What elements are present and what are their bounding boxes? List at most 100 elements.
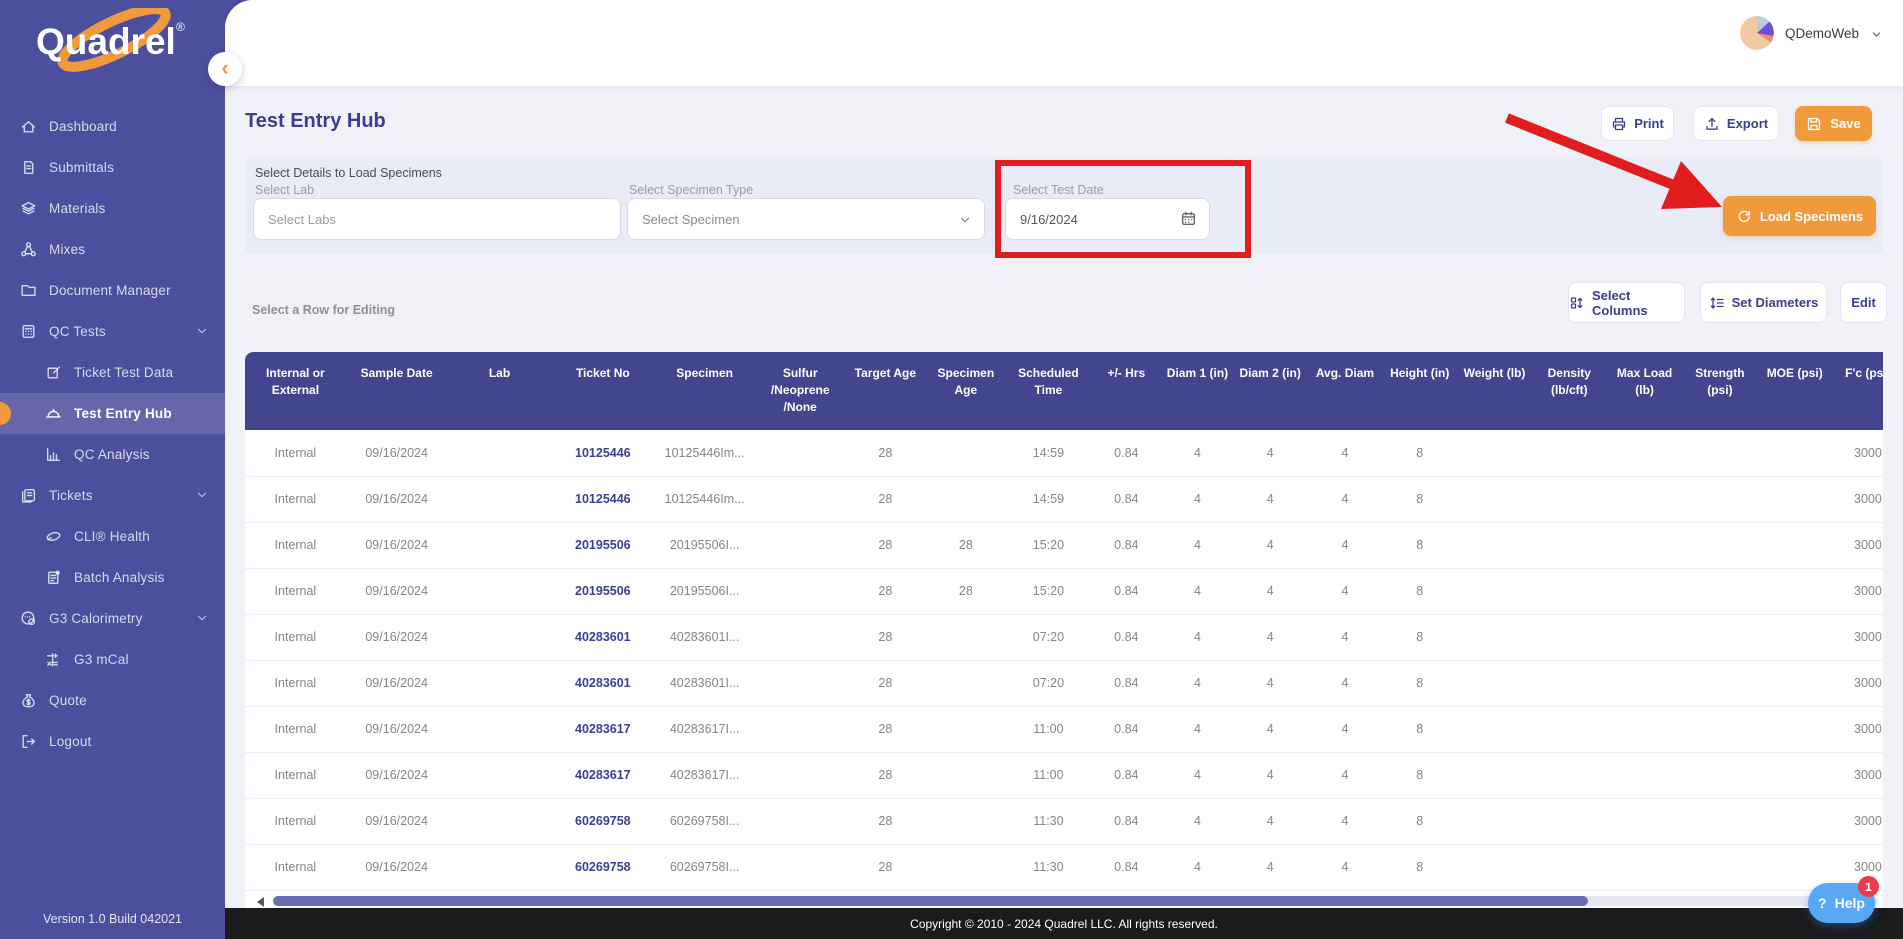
user-menu[interactable]: QDemoWeb — [1785, 26, 1859, 41]
table-row[interactable]: Internal 09/16/2024 60269758 60269758I... 28… — [245, 844, 1883, 891]
table-cell: 09/16/2024 — [345, 844, 448, 891]
table-cell — [1682, 568, 1758, 615]
hardhat-icon — [45, 405, 62, 422]
specimen-select[interactable]: Select Specimen — [627, 198, 985, 240]
table-cell — [755, 568, 846, 615]
sidebar-item-g3-mcal[interactable]: G3 mCal — [0, 639, 225, 680]
table-cell: 15:20 — [1006, 522, 1091, 569]
sidebar-collapse-button[interactable]: ‹ — [208, 52, 242, 86]
sidebar-item-ticket-test-data[interactable]: Ticket Test Data — [0, 352, 225, 393]
sidebar-item-materials[interactable]: Materials — [0, 188, 225, 229]
table-cell: 28 — [845, 660, 926, 707]
table-cell: 4 — [1162, 430, 1233, 477]
table-cell — [1757, 660, 1833, 707]
chevron-down-icon — [195, 488, 209, 502]
table-cell: 4 — [1232, 476, 1308, 523]
ticket-link[interactable]: 60269758 — [575, 860, 631, 874]
ticket-link[interactable]: 60269758 — [575, 814, 631, 828]
table-row[interactable]: Internal 09/16/2024 20195506 20195506I... 28… — [245, 568, 1883, 615]
sidebar-item-batch-analysis[interactable]: Batch Analysis — [0, 557, 225, 598]
sidebar-item-dashboard[interactable]: Dashboard — [0, 106, 225, 147]
ticket-link[interactable]: 40283601 — [575, 630, 631, 644]
table-cell — [925, 706, 1007, 753]
scroll-left-button[interactable] — [257, 897, 264, 907]
table-cell: 11:30 — [1006, 844, 1091, 891]
table-cell: 28 — [845, 568, 926, 615]
select-columns-button[interactable]: Select Columns — [1568, 282, 1685, 323]
sidebar-item-logout[interactable]: Logout — [0, 721, 225, 762]
load-specimens-button[interactable]: Load Specimens — [1723, 196, 1876, 236]
table-cell: 10125446Im... — [654, 476, 755, 523]
ticket-link[interactable]: 10125446 — [575, 446, 631, 460]
table-cell: 4 — [1232, 752, 1308, 799]
table-cell: 14:59 — [1006, 476, 1091, 523]
ticket-link[interactable]: 40283617 — [575, 722, 631, 736]
table-cell: 4 — [1162, 752, 1233, 799]
scrollbar-thumb[interactable] — [273, 896, 1588, 906]
ticket-link[interactable]: 20195506 — [575, 584, 631, 598]
table-row[interactable]: Internal 09/16/2024 40283601 40283601I... 28… — [245, 660, 1883, 707]
table-cell — [755, 844, 846, 891]
sidebar-item-qc-analysis[interactable]: QC Analysis — [0, 434, 225, 475]
table-cell — [447, 430, 552, 477]
table-cell: 10125446Im... — [654, 430, 755, 477]
sidebar-item-label: G3 mCal — [74, 652, 129, 667]
table-cell: Internal — [245, 568, 346, 615]
lab-input[interactable] — [253, 198, 621, 240]
table-row[interactable]: Internal 09/16/2024 40283601 40283601I... 28… — [245, 614, 1883, 661]
table-cell: 3000 — [1832, 706, 1883, 753]
svg-text:Quadrel: Quadrel — [36, 21, 176, 62]
column-header: Sulfur /Neoprene /None — [755, 352, 846, 430]
set-diameters-button[interactable]: Set Diameters — [1700, 282, 1827, 323]
table-cell: 07:20 — [1006, 660, 1091, 707]
column-header: Diam 2 (in) — [1232, 352, 1308, 430]
sidebar-item-mixes[interactable]: Mixes — [0, 229, 225, 270]
export-button[interactable]: Export — [1693, 106, 1779, 141]
table-cell: 4 — [1307, 568, 1383, 615]
avatar[interactable] — [1740, 16, 1774, 50]
sidebar-item-test-entry-hub[interactable]: Test Entry Hub — [0, 393, 225, 434]
test-date-label: Select Test Date — [1013, 183, 1104, 197]
sidebar-item-submittals[interactable]: Submittals — [0, 147, 225, 188]
sidebar-item-document-manager[interactable]: Document Manager — [0, 270, 225, 311]
table-row[interactable]: Internal 09/16/2024 60269758 60269758I... 28… — [245, 798, 1883, 845]
table-cell — [1757, 614, 1833, 661]
ticket-link[interactable]: 40283601 — [575, 676, 631, 690]
ticket-link[interactable]: 10125446 — [575, 492, 631, 506]
ticket-link[interactable]: 40283617 — [575, 768, 631, 782]
sidebar-item-label: Document Manager — [49, 283, 171, 298]
table-cell — [1682, 752, 1758, 799]
table-cell: 28 — [845, 614, 926, 661]
sidebar-item-quote[interactable]: Quote — [0, 680, 225, 721]
table-row[interactable]: Internal 09/16/2024 40283617 40283617I... 28… — [245, 706, 1883, 753]
scrollbar-track — [273, 896, 1877, 906]
table-cell — [1457, 476, 1532, 523]
table-cell: 28 — [925, 522, 1007, 569]
calendar-icon[interactable] — [1180, 210, 1197, 227]
sidebar-item-label: Submittals — [49, 160, 115, 175]
sidebar-item-g3-calorimetry[interactable]: G3 Calorimetry — [0, 598, 225, 639]
table-cell: 09/16/2024 — [345, 798, 448, 845]
chevron-down-icon[interactable] — [1870, 28, 1883, 41]
table-cell: 14:59 — [1006, 430, 1091, 477]
quadrel-logo: Quadrel ® — [36, 8, 185, 72]
table-cell: 0.84 — [1090, 706, 1163, 753]
print-button[interactable]: Print — [1601, 106, 1674, 141]
table-cell: Internal — [245, 614, 346, 661]
table-row[interactable]: Internal 09/16/2024 10125446 10125446Im... 2… — [245, 430, 1883, 477]
table-row[interactable]: Internal 09/16/2024 10125446 10125446Im... 2… — [245, 476, 1883, 523]
sidebar-item-label: Test Entry Hub — [74, 406, 172, 421]
column-header: Height (in) — [1382, 352, 1458, 430]
sidebar-item-tickets[interactable]: Tickets — [0, 475, 225, 516]
sidebar-item-cli-health[interactable]: CLI® Health — [0, 516, 225, 557]
table-cell — [1606, 660, 1683, 707]
lab-label: Select Lab — [255, 183, 315, 197]
edit-button[interactable]: Edit — [1840, 282, 1887, 323]
table-row[interactable]: Internal 09/16/2024 40283617 40283617I... 28… — [245, 752, 1883, 799]
ticket-link[interactable]: 20195506 — [575, 538, 631, 552]
table-row[interactable]: Internal 09/16/2024 20195506 20195506I... 28… — [245, 522, 1883, 569]
table-cell — [1531, 430, 1607, 477]
table-cell — [447, 522, 552, 569]
save-button[interactable]: Save — [1795, 106, 1872, 141]
sidebar-item-qc-tests[interactable]: QC Tests — [0, 311, 225, 352]
